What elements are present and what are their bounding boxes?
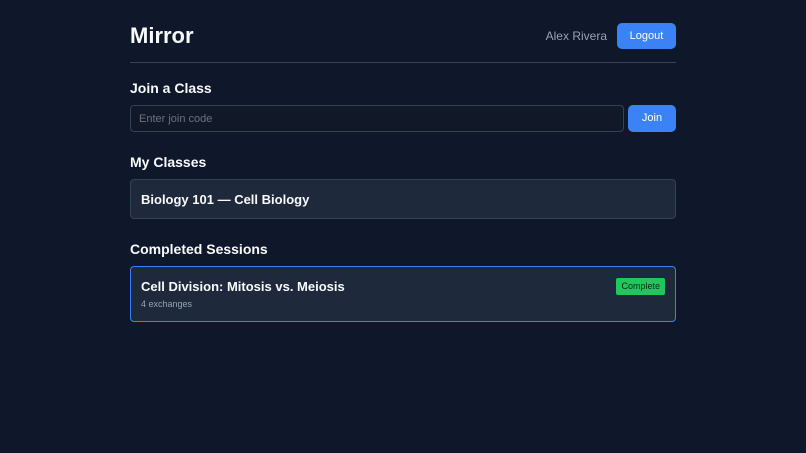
status-badge: Complete — [616, 278, 665, 295]
my-classes-heading: My Classes — [130, 154, 207, 170]
class-name: Biology 101 — Cell Biology — [141, 192, 310, 207]
session-card[interactable]: Cell Division: Mitosis vs. Meiosis 4 exc… — [130, 266, 676, 322]
join-class-heading: Join a Class — [130, 80, 212, 96]
join-class-form: Join — [130, 105, 676, 132]
class-card[interactable]: Biology 101 — Cell Biology — [130, 179, 676, 219]
user-name: Alex Rivera — [545, 29, 607, 43]
join-code-input[interactable] — [130, 105, 624, 132]
header: Mirror Alex Rivera Logout — [130, 0, 676, 63]
logout-button[interactable]: Logout — [617, 23, 676, 49]
join-button[interactable]: Join — [628, 105, 676, 132]
app-title: Mirror — [130, 23, 194, 48]
session-title: Cell Division: Mitosis vs. Meiosis — [141, 279, 345, 294]
completed-sessions-heading: Completed Sessions — [130, 241, 268, 257]
session-exchange-count: 4 exchanges — [141, 299, 193, 309]
